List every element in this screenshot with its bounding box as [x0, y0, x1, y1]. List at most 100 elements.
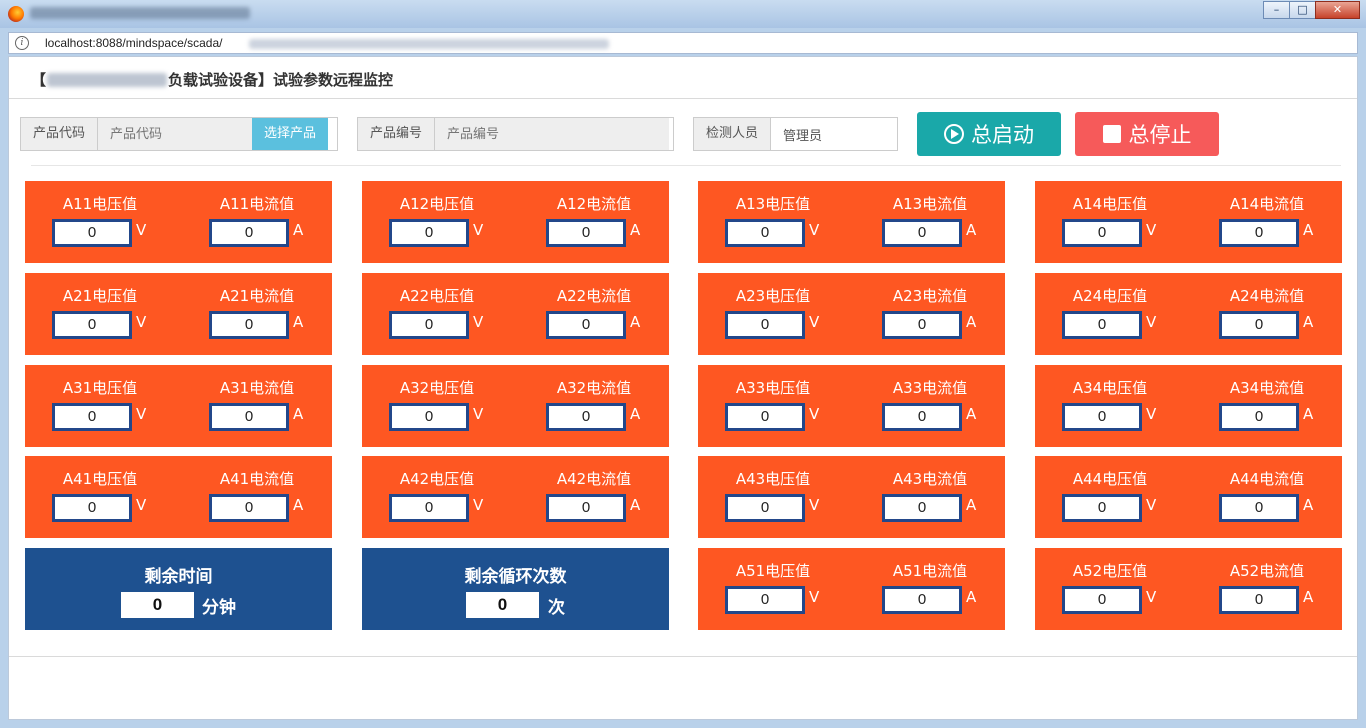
voltage-label: A13电压值 — [735, 195, 811, 213]
voltage-label: A21电压值 — [62, 287, 138, 305]
voltage-unit: V — [1146, 405, 1157, 423]
voltage-unit: V — [809, 313, 820, 331]
voltage-label: A11电压值 — [62, 195, 138, 213]
voltage-label: A22电压值 — [399, 287, 475, 305]
current-unit: A — [1303, 496, 1314, 514]
channel-tile-a12: A12电压值 0 V A12电流值 0 A — [362, 181, 669, 263]
current-label: A14电流值 — [1229, 195, 1305, 213]
product-no-group: 产品编号 — [357, 117, 674, 151]
current-value: 0 — [546, 494, 626, 522]
voltage-unit: V — [473, 496, 484, 514]
current-unit: A — [1303, 588, 1314, 606]
voltage-value: 0 — [389, 494, 469, 522]
current-value: 0 — [1219, 494, 1299, 522]
remaining-time-unit: 分钟 — [202, 598, 236, 618]
voltage-label: A42电压值 — [399, 470, 475, 488]
voltage-unit: V — [809, 405, 820, 423]
voltage-unit: V — [473, 313, 484, 331]
voltage-value: 0 — [725, 494, 805, 522]
current-label: A33电流值 — [892, 379, 968, 397]
voltage-label: A32电压值 — [399, 379, 475, 397]
current-label: A21电流值 — [219, 287, 295, 305]
close-button[interactable]: ✕ — [1315, 1, 1360, 19]
play-circle-icon — [944, 124, 964, 144]
voltage-value: 0 — [52, 311, 132, 339]
current-value: 0 — [882, 403, 962, 431]
product-code-input[interactable] — [98, 118, 253, 150]
current-unit: A — [630, 221, 641, 239]
channel-tile-a42: A42电压值 0 V A42电流值 0 A — [362, 456, 669, 538]
current-value: 0 — [882, 219, 962, 247]
product-no-input[interactable] — [435, 118, 670, 150]
voltage-unit: V — [136, 496, 147, 514]
current-unit: A — [966, 496, 977, 514]
current-label: A31电流值 — [219, 379, 295, 397]
voltage-unit: V — [473, 221, 484, 239]
current-label: A12电流值 — [556, 195, 632, 213]
current-value: 0 — [546, 219, 626, 247]
url-text: localhost:8088/mindspace/scada/ — [45, 36, 223, 50]
voltage-value: 0 — [52, 403, 132, 431]
voltage-label: A34电压值 — [1072, 379, 1148, 397]
current-label: A23电流值 — [892, 287, 968, 305]
select-product-button[interactable]: 选择产品 — [252, 118, 329, 150]
voltage-value: 0 — [389, 311, 469, 339]
start-all-button[interactable]: 总启动 — [917, 112, 1061, 156]
window-titlebar: – □ ✕ — [0, 0, 1366, 28]
voltage-label: A52电压值 — [1072, 562, 1148, 580]
voltage-value: 0 — [52, 494, 132, 522]
channel-tile-a22: A22电压值 0 V A22电流值 0 A — [362, 273, 669, 355]
current-label: A32电流值 — [556, 379, 632, 397]
content: 产品代码 选择产品 产品编号 检测人员 总启动 总停止 A11电压值0VA11电… — [9, 99, 1357, 657]
current-label: A52电流值 — [1229, 562, 1305, 580]
current-unit: A — [966, 588, 977, 606]
voltage-value: 0 — [1062, 586, 1142, 614]
current-label: A34电流值 — [1229, 379, 1305, 397]
address-bar[interactable]: i localhost:8088/mindspace/scada/ — [8, 32, 1358, 54]
minimize-button[interactable]: – — [1263, 1, 1290, 19]
device-id-blurred — [47, 72, 168, 87]
voltage-unit: V — [809, 588, 820, 606]
maximize-button[interactable]: □ — [1289, 1, 1316, 19]
current-value: 0 — [209, 494, 289, 522]
product-code-group: 产品代码 选择产品 — [20, 117, 338, 151]
channel-tile-a24: A24电压值 0 V A24电流值 0 A — [1035, 273, 1342, 355]
window-controls: – □ ✕ — [1263, 1, 1360, 19]
url-blurred — [249, 39, 609, 49]
voltage-value: 0 — [1062, 311, 1142, 339]
window-title-blurred — [30, 7, 250, 19]
remaining-cycles-label: 剩余循环次数 — [464, 567, 567, 587]
remaining-cycles-tile: 剩余循环次数 0 次 — [362, 548, 669, 630]
remaining-cycles-value: 0 — [466, 592, 539, 618]
site-info-icon[interactable]: i — [15, 36, 29, 50]
current-value: 0 — [882, 494, 962, 522]
current-value: 0 — [882, 586, 962, 614]
voltage-unit: V — [809, 496, 820, 514]
channel-tile-a51: A51电压值 0 V A51电流值 0 A — [698, 548, 1005, 630]
stop-all-button[interactable]: 总停止 — [1075, 112, 1219, 156]
voltage-label: A43电压值 — [735, 470, 811, 488]
toolbar-divider — [31, 165, 1341, 166]
current-value: 0 — [209, 403, 289, 431]
current-value: 0 — [209, 219, 289, 247]
firefox-icon — [8, 6, 24, 22]
remaining-time-label: 剩余时间 — [144, 567, 213, 587]
current-unit: A — [630, 313, 641, 331]
voltage-label: A33电压值 — [735, 379, 811, 397]
voltage-label: A24电压值 — [1072, 287, 1148, 305]
voltage-value: 0 — [725, 311, 805, 339]
inspector-group: 检测人员 — [693, 117, 898, 151]
channel-tile-a43: A43电压值 0 V A43电流值 0 A — [698, 456, 1005, 538]
current-unit: A — [293, 221, 304, 239]
current-label: A44电流值 — [1229, 470, 1305, 488]
remaining-cycles-unit: 次 — [548, 598, 565, 618]
current-value: 0 — [1219, 219, 1299, 247]
current-unit: A — [966, 221, 977, 239]
channel-tile-a14: A14电压值 0 V A14电流值 0 A — [1035, 181, 1342, 263]
voltage-unit: V — [473, 405, 484, 423]
inspector-input[interactable] — [771, 118, 894, 150]
page-title-suffix: 负载试验设备】试验参数远程监控 — [168, 71, 394, 89]
voltage-value: 0 — [1062, 219, 1142, 247]
current-value: 0 — [882, 311, 962, 339]
stop-square-icon — [1102, 125, 1121, 143]
